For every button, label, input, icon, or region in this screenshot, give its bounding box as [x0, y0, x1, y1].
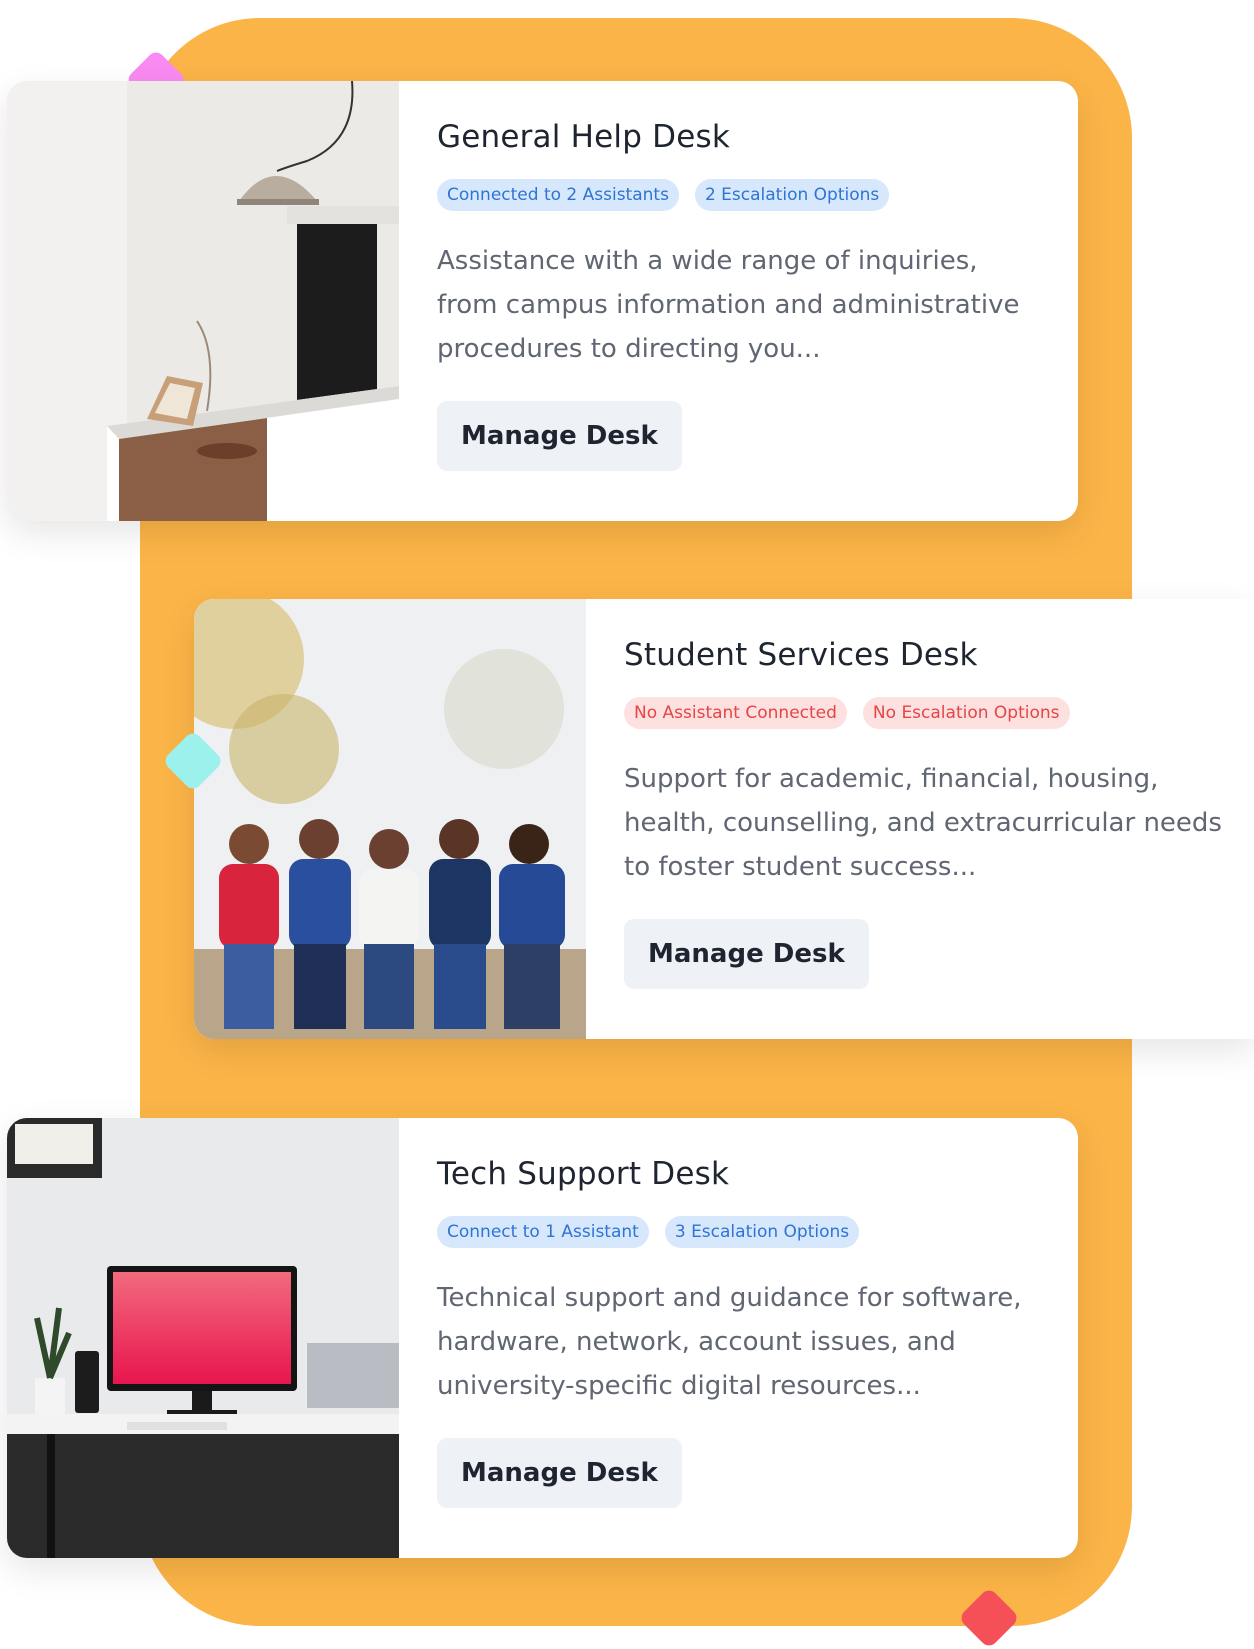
- desk-title: Tech Support Desk: [437, 1156, 730, 1192]
- assistants-badge: No Assistant Connected: [624, 697, 847, 729]
- assistants-badge: Connect to 1 Assistant: [437, 1216, 649, 1248]
- workstation-photo: [7, 1118, 399, 1558]
- desk-title: General Help Desk: [437, 119, 730, 155]
- escalation-badge: 2 Escalation Options: [694, 179, 890, 211]
- desk-card-general-help: General Help Desk Connected to 2 Assista…: [7, 81, 1078, 521]
- desk-card-tech-support: Tech Support Desk Connect to 1 Assistant…: [7, 1118, 1078, 1558]
- escalation-badge: 3 Escalation Options: [664, 1216, 860, 1248]
- desk-description: Assistance with a wide range of inquirie…: [437, 246, 1020, 364]
- desk-card-student-services: Student Services Desk No Assistant Conne…: [194, 599, 1254, 1039]
- students-group-photo: [194, 599, 586, 1039]
- manage-desk-button[interactable]: Manage Desk: [437, 401, 682, 471]
- escalation-badge: No Escalation Options: [862, 697, 1070, 729]
- assistants-badge: Connected to 2 Assistants: [437, 179, 679, 211]
- desk-description: Technical support and guidance for softw…: [437, 1283, 1022, 1401]
- desk-description: Support for academic, financial, housing…: [624, 764, 1222, 882]
- manage-desk-button[interactable]: Manage Desk: [624, 919, 869, 989]
- manage-desk-button[interactable]: Manage Desk: [437, 1438, 682, 1508]
- desk-title: Student Services Desk: [624, 637, 978, 673]
- reception-desk-photo: [7, 81, 399, 521]
